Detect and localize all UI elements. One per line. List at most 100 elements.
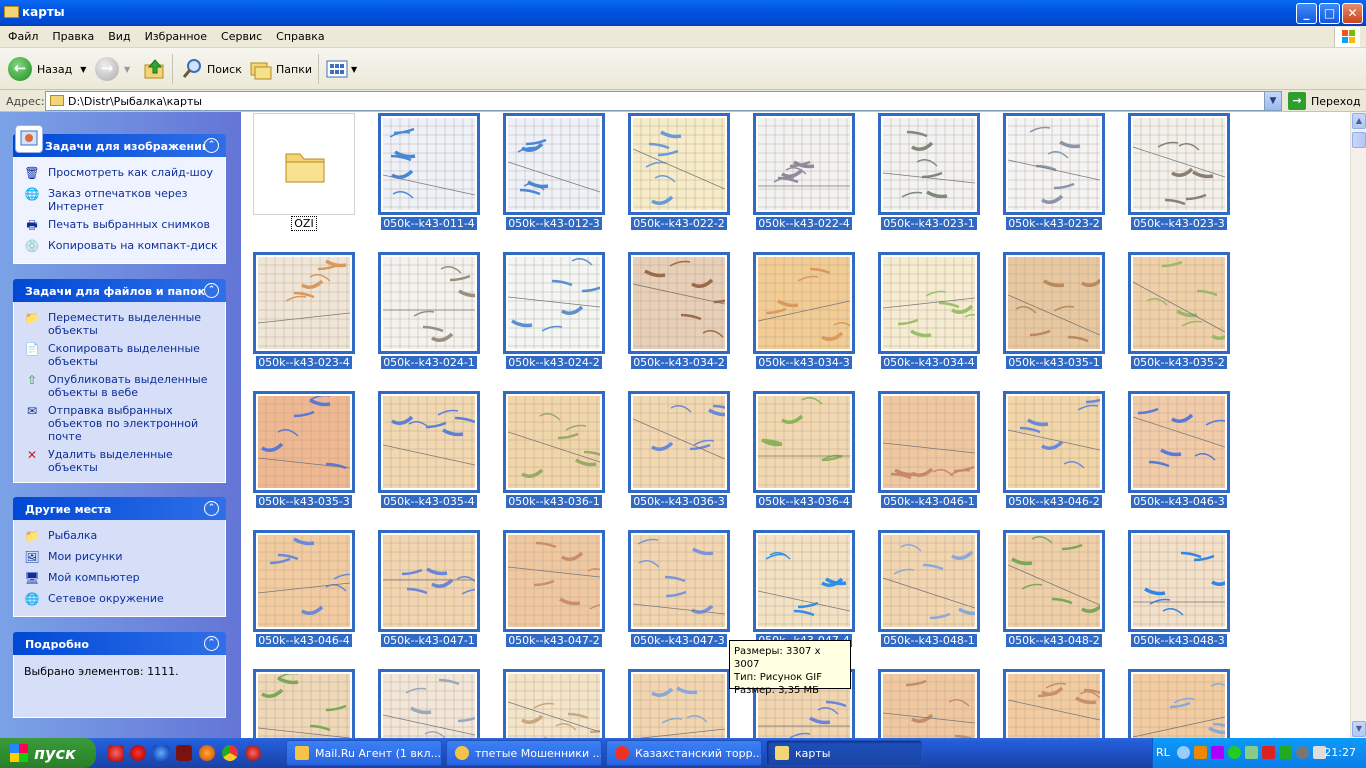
- file-thumbnail[interactable]: 050k--k43-035-3: [253, 391, 355, 508]
- file-thumbnail[interactable]: 050k--k43-035-2: [1128, 252, 1230, 369]
- file-thumbnail[interactable]: 050k--k43-048-3: [1128, 530, 1230, 647]
- scroll-up-button[interactable]: ▲: [1352, 113, 1366, 129]
- collapse-icon[interactable]: ⌃: [204, 501, 219, 516]
- file-thumbnail[interactable]: 050k--k43-034-2: [628, 252, 730, 369]
- address-input[interactable]: D:\Distr\Рыбалка\карты ▼: [45, 91, 1282, 111]
- views-button[interactable]: ▼: [326, 56, 357, 82]
- print-pictures-link[interactable]: 🖶 Печать выбранных снимков: [24, 215, 225, 236]
- place-network[interactable]: 🌐 Сетевое окружение: [24, 589, 225, 610]
- start-button[interactable]: пуск: [0, 738, 96, 768]
- file-thumbnail[interactable]: 050k--k43-022-4: [753, 113, 855, 230]
- collapse-icon[interactable]: ⌃: [204, 636, 219, 651]
- folder-thumbnail[interactable]: OZI: [253, 113, 355, 231]
- quicklaunch-icon[interactable]: [108, 745, 124, 761]
- file-thumbnail[interactable]: 050k--k43-034-4: [878, 252, 980, 369]
- copy-link[interactable]: 📄 Скопировать выделенные объекты: [24, 339, 225, 370]
- tray-icon[interactable]: [1211, 746, 1224, 759]
- file-thumbnail[interactable]: 050k--k43-047-2: [503, 530, 605, 647]
- file-thumbnail[interactable]: 050k--k43-024-1: [378, 252, 480, 369]
- close-button[interactable]: ✕: [1342, 3, 1363, 24]
- move-link[interactable]: 📁 Переместить выделенные объекты: [24, 308, 225, 339]
- file-thumbnail[interactable]: 050k--k43-024-2: [503, 252, 605, 369]
- menu-view[interactable]: Вид: [100, 26, 136, 43]
- menu-help[interactable]: Справка: [268, 26, 330, 43]
- file-thumbnail[interactable]: 050k--k43-047-3: [628, 530, 730, 647]
- email-link[interactable]: ✉ Отправка выбранных объектов по электрон…: [24, 401, 225, 445]
- collapse-icon[interactable]: ⌃: [204, 283, 219, 298]
- chevron-down-icon[interactable]: ▼: [351, 65, 357, 74]
- task-mailru[interactable]: Mail.Ru Агент (1 вкл...: [286, 740, 442, 766]
- place-my-computer[interactable]: 🖥 Мой компьютер: [24, 568, 225, 589]
- search-button[interactable]: Поиск: [180, 56, 242, 82]
- task-browser[interactable]: тпетые Мошенники ...: [446, 740, 602, 766]
- chrome-icon[interactable]: [222, 745, 238, 761]
- place-my-pictures[interactable]: 🖼 Мои рисунки: [24, 547, 225, 568]
- file-thumbnail[interactable]: 050k--k43-046-1: [878, 391, 980, 508]
- file-thumbnail[interactable]: 050k--k43-047-4: [753, 530, 855, 647]
- task-opera[interactable]: Казахстанский торр...: [606, 740, 762, 766]
- other-places-header[interactable]: Другие места ⌃: [13, 497, 226, 520]
- up-button[interactable]: [143, 56, 167, 82]
- file-thumbnail[interactable]: [253, 669, 355, 738]
- clock[interactable]: 21:27: [1324, 746, 1356, 759]
- copy-to-cd-link[interactable]: 💿 Копировать на компакт-диск: [24, 236, 225, 257]
- file-thumbnail[interactable]: 050k--k43-035-1: [1003, 252, 1105, 369]
- menu-favorites[interactable]: Избранное: [137, 26, 213, 43]
- file-thumbnail[interactable]: 050k--k43-023-3: [1128, 113, 1230, 230]
- chevron-down-icon[interactable]: ▼: [124, 65, 130, 74]
- order-prints-link[interactable]: 🌐 Заказ отпечатков через Интернет: [24, 184, 225, 215]
- go-button[interactable]: → Переход: [1288, 92, 1361, 110]
- file-thumbnail[interactable]: 050k--k43-023-1: [878, 113, 980, 230]
- language-indicator[interactable]: RL: [1156, 746, 1170, 759]
- publish-link[interactable]: ⇧ Опубликовать выделенные объекты в вебе: [24, 370, 225, 401]
- menu-edit[interactable]: Правка: [44, 26, 100, 43]
- media-icon[interactable]: [245, 745, 261, 761]
- file-thumbnail[interactable]: [628, 669, 730, 738]
- file-thumbnail[interactable]: [503, 669, 605, 738]
- file-thumbnail[interactable]: 050k--k43-022-2: [628, 113, 730, 230]
- maximize-button[interactable]: □: [1319, 3, 1340, 24]
- tray-icon[interactable]: [1279, 746, 1292, 759]
- tray-icon[interactable]: [1194, 746, 1207, 759]
- file-thumbnail[interactable]: 050k--k43-046-3: [1128, 391, 1230, 508]
- title-bar[interactable]: карты _ □ ✕: [0, 0, 1366, 26]
- file-thumbnail[interactable]: 050k--k43-046-2: [1003, 391, 1105, 508]
- file-thumbnail[interactable]: 050k--k43-047-1: [378, 530, 480, 647]
- collapse-icon[interactable]: ⌃: [204, 138, 219, 153]
- tray-icon[interactable]: [1177, 746, 1190, 759]
- file-thumbnail[interactable]: 050k--k43-023-2: [1003, 113, 1105, 230]
- address-dropdown-button[interactable]: ▼: [1264, 92, 1281, 110]
- tray-icon[interactable]: [1228, 746, 1241, 759]
- back-button[interactable]: ← Назад ▼: [8, 56, 86, 82]
- chevron-down-icon[interactable]: ▼: [80, 65, 86, 74]
- scroll-thumb[interactable]: [1352, 132, 1366, 148]
- menu-tools[interactable]: Сервис: [213, 26, 268, 43]
- file-thumbnail[interactable]: 050k--k43-011-4: [378, 113, 480, 230]
- file-thumbnail[interactable]: 050k--k43-023-4: [253, 252, 355, 369]
- file-thumbnail[interactable]: [1003, 669, 1105, 738]
- file-thumbnail[interactable]: 050k--k43-036-1: [503, 391, 605, 508]
- vertical-scrollbar[interactable]: ▲ ▼: [1350, 112, 1366, 738]
- ie-icon[interactable]: [153, 745, 169, 761]
- file-thumbnail[interactable]: [878, 669, 980, 738]
- file-tasks-header[interactable]: Задачи для файлов и папок ⌃: [13, 279, 226, 302]
- slideshow-link[interactable]: 🗑 Просмотреть как слайд-шоу: [24, 163, 225, 184]
- file-thumbnail[interactable]: 050k--k43-036-3: [628, 391, 730, 508]
- menu-file[interactable]: Файл: [0, 26, 44, 43]
- scroll-down-button[interactable]: ▼: [1352, 721, 1366, 737]
- file-thumbnail[interactable]: 050k--k43-036-4: [753, 391, 855, 508]
- file-thumbnail[interactable]: 050k--k43-048-1: [878, 530, 980, 647]
- details-header[interactable]: Подробно ⌃: [13, 632, 226, 655]
- tray-icon[interactable]: [1262, 746, 1275, 759]
- file-thumbnail[interactable]: 050k--k43-034-3: [753, 252, 855, 369]
- file-thumbnail[interactable]: 050k--k43-012-3: [503, 113, 605, 230]
- file-thumbnail[interactable]: 050k--k43-048-2: [1003, 530, 1105, 647]
- tray-icon[interactable]: [1296, 746, 1309, 759]
- firefox-icon[interactable]: [199, 745, 215, 761]
- opera-icon[interactable]: [130, 745, 146, 761]
- folders-button[interactable]: Папки: [249, 56, 312, 82]
- delete-link[interactable]: ✕ Удалить выделенные объекты: [24, 445, 225, 476]
- tray-icon[interactable]: [1245, 746, 1258, 759]
- forward-button[interactable]: → ▼: [95, 56, 130, 82]
- task-karty[interactable]: карты: [766, 740, 922, 766]
